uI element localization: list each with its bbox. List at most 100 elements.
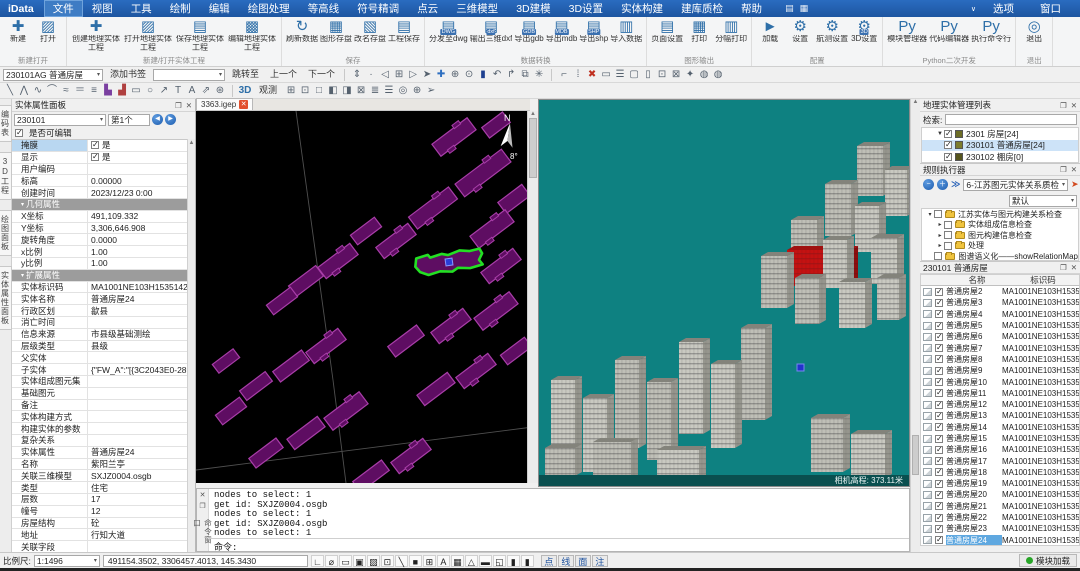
property-row[interactable]: x比例 1.00 xyxy=(12,246,187,258)
document-tab[interactable]: 3363.igep ✕ xyxy=(196,98,253,110)
dots-menu-icon[interactable]: ⁞ xyxy=(571,68,585,81)
ribbon-button[interactable]: ▦ 图形存盘 xyxy=(320,18,352,56)
feature-row[interactable]: 普通房屋7 MA1001NE103H1535... xyxy=(921,342,1079,353)
feature-checkbox[interactable] xyxy=(935,378,943,386)
half-right-icon[interactable]: ◨ xyxy=(340,84,354,97)
screen-icon[interactable]: ▤ xyxy=(785,3,794,14)
menu-item[interactable]: 绘图处理 xyxy=(239,0,299,17)
bar-snap-icon[interactable]: ▬ xyxy=(479,555,492,567)
property-row[interactable]: 关联字段 xyxy=(12,541,187,552)
page-icon[interactable]: ▯ xyxy=(641,68,655,81)
dot-icon[interactable]: · xyxy=(364,68,378,81)
property-row[interactable]: 名称 紫阳兰亭 xyxy=(12,459,187,471)
property-row[interactable]: 显示 是 xyxy=(12,152,187,164)
feature-row[interactable]: 普通房屋6 MA1001NE103H1535... xyxy=(921,331,1079,342)
ribbon-button[interactable]: ▨ 打开 xyxy=(34,18,62,56)
ribbon-button[interactable]: ▥ 分幅打印 xyxy=(715,18,747,56)
move-icon[interactable]: ⇗ xyxy=(199,84,213,97)
feature-checkbox[interactable] xyxy=(935,299,943,307)
menu-item[interactable]: 符号精调 xyxy=(348,0,408,17)
brush-icon[interactable]: ➤ xyxy=(1071,179,1079,190)
feature-row[interactable]: 普通房屋19 MA1001NE103H1535... xyxy=(921,478,1079,489)
circle-b-icon[interactable]: ◍ xyxy=(711,68,725,81)
feature-row[interactable]: 普通房屋5 MA1001NE103H1535... xyxy=(921,320,1079,331)
box-icon[interactable]: □ xyxy=(312,84,326,97)
float-panel-icon[interactable]: ❐ xyxy=(1060,165,1067,174)
node-edit-icon[interactable]: ⊛ xyxy=(213,84,227,97)
ribbon-button[interactable]: Py 模块管理器 xyxy=(887,18,927,56)
float-panel-icon[interactable]: ❐ xyxy=(199,502,205,510)
rule-checkbox[interactable] xyxy=(944,231,952,239)
close-box-icon[interactable]: ⊠ xyxy=(669,68,683,81)
multiline-icon[interactable]: ≡ xyxy=(87,84,101,97)
property-row[interactable]: 信息来源 市县级基础测绘 xyxy=(12,329,187,341)
add-bookmark-button[interactable]: 添加书签 xyxy=(106,68,150,81)
name-column-header[interactable]: 名称 xyxy=(947,274,1007,286)
center-snap-icon[interactable]: ⊡ xyxy=(381,555,394,567)
ribbon-button[interactable]: ▤DWG 分发至dwg xyxy=(429,18,468,56)
curve-icon[interactable]: ∿ xyxy=(31,84,45,97)
table-snap-icon[interactable]: ▦ xyxy=(451,555,464,567)
feature-checkbox[interactable] xyxy=(935,389,943,397)
ribbon-button[interactable]: ⚙ 航测设置 xyxy=(816,18,848,56)
ortho-snap-icon[interactable]: ∟ xyxy=(311,555,324,567)
rule-checkbox[interactable] xyxy=(934,252,942,260)
ribbon-button[interactable]: ▨ 打开地理实体工程 xyxy=(123,18,173,56)
block-a-icon[interactable]: ▮ xyxy=(507,555,520,567)
entity-tree-row[interactable]: 230102 棚房[0] xyxy=(922,151,1078,163)
scroll-up-icon[interactable]: ▲ xyxy=(189,140,195,146)
feature-row[interactable]: 普通房屋11 MA1001NE103H1535... xyxy=(921,388,1079,399)
polyline-icon[interactable]: ⋀ xyxy=(17,84,31,97)
layer-checkbox[interactable] xyxy=(944,130,952,138)
property-row[interactable]: 行政区划 歙县 xyxy=(12,305,187,317)
circle-icon[interactable]: ○ xyxy=(143,84,157,97)
property-scrollbar[interactable]: ▲ xyxy=(187,139,195,552)
tree-expand-icon[interactable]: ▾ xyxy=(926,211,934,218)
property-row[interactable]: 标高 0.00000 xyxy=(12,175,187,187)
ribbon-button[interactable]: ► 加载 xyxy=(756,18,784,56)
rect-snap-icon[interactable]: ▭ xyxy=(339,555,352,567)
feature-checkbox[interactable] xyxy=(935,468,943,476)
line-snap-icon[interactable]: ╲ xyxy=(395,555,408,567)
next-button[interactable]: 下一个 xyxy=(304,68,339,81)
right-panel-scrollbar[interactable]: ▲ xyxy=(910,99,920,552)
ribbon-button[interactable]: ↻ 刷新数据 xyxy=(286,18,318,56)
feature-row[interactable]: 普通房屋10 MA1001NE103H1535... xyxy=(921,376,1079,387)
node-snap-icon[interactable]: ■ xyxy=(409,555,422,567)
ribbon-button[interactable]: Py 执行命令行 xyxy=(971,18,1011,56)
ribbon-button[interactable]: ⚙3D 3D设置 xyxy=(850,18,878,56)
grid-icon[interactable]: ⊞ xyxy=(284,84,298,97)
layers-icon[interactable]: ≣ xyxy=(368,84,382,97)
property-row[interactable]: X坐标 491,109.332 xyxy=(12,211,187,223)
dock-tab[interactable]: 绘图面板 xyxy=(0,210,12,256)
property-row[interactable]: 地址 行知大道 xyxy=(12,529,187,541)
ribbon-button[interactable]: ▤ 保存地理实体工程 xyxy=(175,18,225,56)
menu-item[interactable]: 等高线 xyxy=(299,0,349,17)
property-row[interactable]: 父实体 xyxy=(12,352,187,364)
scale-combo[interactable]: 1:1496▾ xyxy=(34,555,100,567)
fill-color2-icon[interactable]: ▟ xyxy=(115,84,129,97)
property-row[interactable]: 构建实体的参数 xyxy=(12,423,187,435)
menu-item[interactable]: 点云 xyxy=(408,0,447,17)
scroll-up-icon[interactable]: ▲ xyxy=(530,111,536,117)
menu-item[interactable]: 帮助 xyxy=(732,0,771,17)
ribbon-button[interactable]: Py 代码编辑器 xyxy=(929,18,969,56)
tab-close-icon[interactable]: ✕ xyxy=(239,100,248,109)
menu-item[interactable]: 实体构建 xyxy=(612,0,672,17)
ribbon-button[interactable]: ▥ 导入数据 xyxy=(610,18,642,56)
feature-checkbox[interactable] xyxy=(935,514,943,522)
feature-row[interactable]: 普通房屋22 MA1001NE103H1535... xyxy=(921,512,1079,523)
property-row[interactable]: 层数 17 xyxy=(12,494,187,506)
feature-row[interactable]: 普通房屋23 MA1001NE103H1535... xyxy=(921,523,1079,534)
feature-row[interactable]: 普通房屋24 MA1001NE103H1535... xyxy=(921,535,1079,546)
ribbon-button[interactable]: ▩ 编辑地理实体工程 xyxy=(227,18,277,56)
search-input[interactable] xyxy=(945,114,1077,125)
close-panel-icon[interactable]: ✕ xyxy=(186,101,192,110)
add-rule-button[interactable]: ＋ xyxy=(937,179,948,190)
command-prompt-input[interactable]: 命令: xyxy=(209,538,909,551)
link-icon[interactable]: ⊕ xyxy=(410,84,424,97)
half-left-icon[interactable]: ◧ xyxy=(326,84,340,97)
ribbon-button[interactable]: ⚙ 设置 xyxy=(786,18,814,56)
ribbon-button[interactable]: ✚ 新建 xyxy=(4,18,32,56)
property-row[interactable]: 创建时间 2023/12/23 0:00 xyxy=(12,187,187,199)
